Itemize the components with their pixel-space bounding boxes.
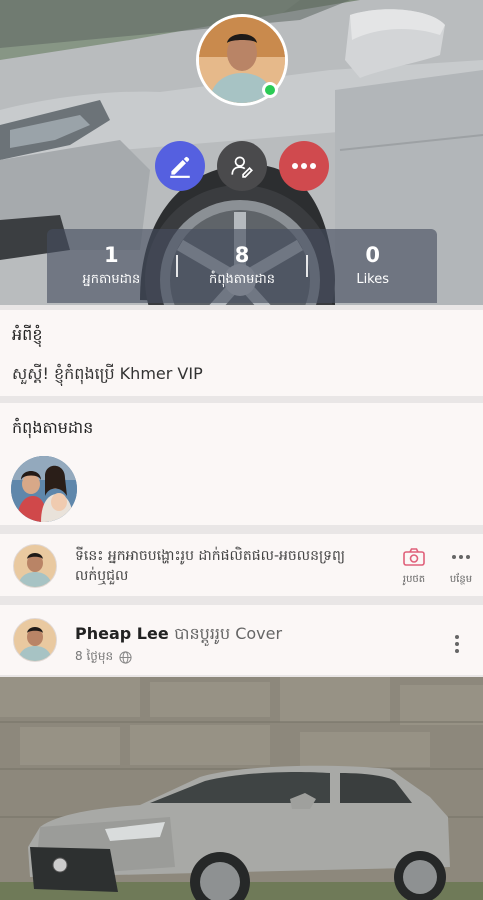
likes-count: 0: [365, 243, 380, 267]
pencil-icon: [170, 156, 190, 178]
following-label: កំពុងតាមដាន: [209, 272, 276, 287]
online-status-indicator: [262, 82, 278, 98]
about-section: អំពីខ្ញុំ សួស្តី! ខ្ញុំកំពុងប្រើ Khmer V…: [0, 310, 483, 396]
post-composer[interactable]: ទីនេះ អ្នកអាចបង្ហោះរូប ដាក់ផលិតផល-អចលនទ្…: [0, 534, 483, 596]
post-time: 8 ថ្ងៃមុន: [75, 649, 114, 663]
following-stat[interactable]: 8 កំពុងតាមដាន: [178, 243, 307, 289]
post-author-avatar[interactable]: [13, 618, 57, 662]
composer-avatar: [13, 544, 57, 588]
followers-count: 1: [104, 243, 119, 267]
post-author-name[interactable]: Pheap Lee: [75, 624, 169, 643]
photo-label: រូបថត: [402, 574, 426, 585]
about-text: សួស្តី! ខ្ញុំកំពុងប្រើ Khmer VIP: [12, 364, 203, 383]
profile-settings-button[interactable]: [217, 141, 267, 191]
post-headline: Pheap Lee បានប្តូររូប Cover: [75, 623, 282, 647]
more-label: បន្ថែម: [449, 574, 473, 585]
stat-divider: [175, 255, 178, 277]
globe-icon: [119, 650, 132, 664]
more-horizontal-icon: [452, 555, 470, 559]
post-action-text: បានប្តូររូប Cover: [174, 624, 283, 643]
more-dots-icon: [292, 163, 316, 169]
following-section: កំពុងតាមដាន: [0, 403, 483, 525]
profile-stats-bar: 1 អ្នកតាមដាន 8 កំពុងតាមដាន 0 Likes: [47, 229, 437, 303]
following-count: 8: [234, 243, 250, 267]
post-header: Pheap Lee បានប្តូររូប Cover 8 ថ្ងៃមុន: [0, 605, 483, 675]
post-options-button[interactable]: [447, 630, 467, 660]
about-title: អំពីខ្ញុំ: [12, 325, 43, 344]
stat-divider: [306, 255, 309, 277]
followers-label: អ្នកតាមដាន: [82, 272, 141, 287]
likes-stat[interactable]: 0 Likes: [308, 243, 437, 289]
edit-profile-button[interactable]: [155, 141, 205, 191]
add-photo-button[interactable]: រូបថត: [394, 548, 434, 587]
composer-prompt[interactable]: ទីនេះ អ្នកអាចបង្ហោះរូប ដាក់ផលិតផល-អចលនទ្…: [75, 546, 365, 586]
composer-more-button[interactable]: បន្ថែម: [441, 548, 481, 587]
post-car-photo: [0, 677, 483, 900]
camera-icon: [403, 548, 425, 566]
more-options-button[interactable]: [279, 141, 329, 191]
following-user-avatar[interactable]: [11, 456, 77, 522]
likes-label: Likes: [356, 272, 390, 287]
following-title: កំពុងតាមដាន: [12, 418, 94, 437]
followers-stat[interactable]: 1 អ្នកតាមដាន: [47, 243, 176, 289]
user-edit-icon: [231, 156, 253, 178]
cover-photo[interactable]: 1 អ្នកតាមដាន 8 កំពុងតាមដាន 0 Likes: [0, 0, 483, 305]
post-meta: 8 ថ្ងៃមុន: [75, 648, 132, 666]
more-vertical-icon: [455, 635, 459, 653]
post-image[interactable]: [0, 677, 483, 900]
